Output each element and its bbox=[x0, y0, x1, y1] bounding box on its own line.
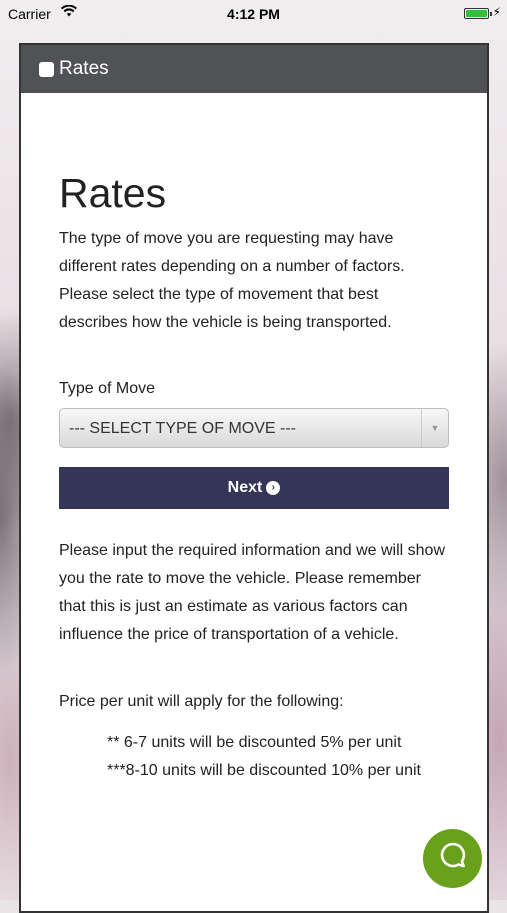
chevron-down-icon[interactable]: ▼ bbox=[421, 409, 448, 447]
battery-icon bbox=[464, 8, 492, 19]
panel-title: Rates bbox=[59, 58, 109, 79]
rates-panel: Rates Rates The type of move you are req… bbox=[19, 43, 489, 913]
arrow-circle-right-icon: › bbox=[266, 481, 281, 495]
price-per-unit-text: Price per unit will apply for the follow… bbox=[59, 693, 344, 710]
discount-list: ** 6-7 units will be discounted 5% per u… bbox=[107, 729, 449, 785]
checkbox-icon[interactable] bbox=[39, 61, 54, 77]
intro-text: The type of move you are requesting may … bbox=[59, 230, 405, 331]
status-bar: Carrier 4:12 PM ⚡ bbox=[0, 0, 507, 28]
type-of-move-select[interactable]: --- SELECT TYPE OF MOVE --- ▼ bbox=[59, 408, 449, 448]
page-title: Rates bbox=[59, 170, 167, 216]
chat-icon bbox=[438, 841, 468, 876]
chat-button[interactable] bbox=[423, 829, 482, 888]
info-text: Please input the required information an… bbox=[59, 542, 445, 643]
next-label: Next bbox=[227, 479, 263, 496]
panel-header: Rates bbox=[21, 45, 487, 93]
list-item: ***8-10 units will be discounted 10% per… bbox=[107, 762, 421, 779]
list-item: ** 6-7 units will be discounted 5% per u… bbox=[107, 734, 402, 751]
type-of-move-label: Type of Move bbox=[59, 380, 156, 397]
next-button[interactable]: Next › bbox=[59, 467, 449, 509]
charging-icon: ⚡ bbox=[492, 5, 501, 19]
select-value: --- SELECT TYPE OF MOVE --- bbox=[69, 420, 296, 437]
clock: 4:12 PM bbox=[227, 6, 280, 22]
